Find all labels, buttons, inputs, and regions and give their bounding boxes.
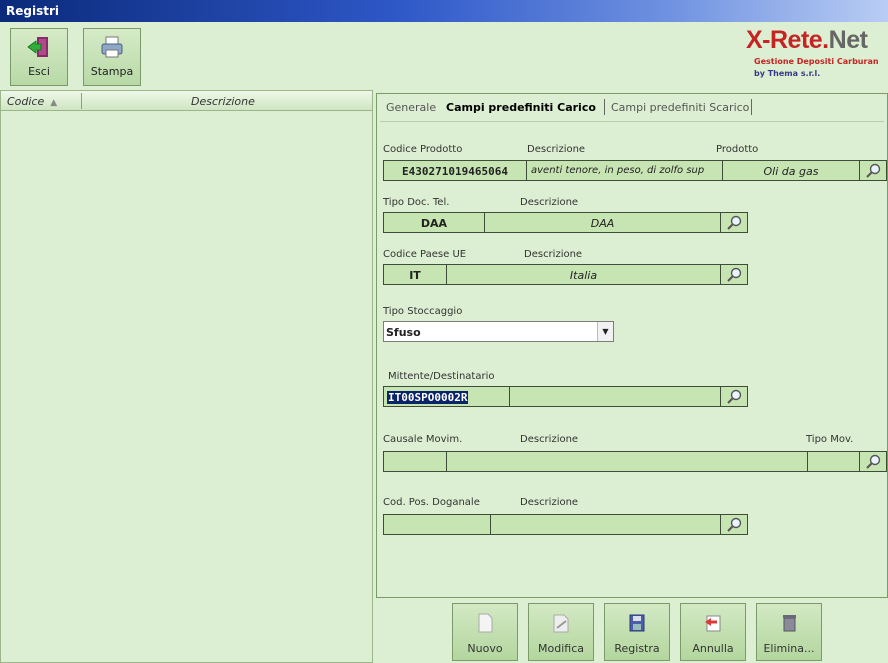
tab-campi-scarico[interactable]: Campi predefiniti Scarico [611,101,749,114]
magnifier-icon [727,215,742,230]
exit-button-label: Esci [28,65,50,78]
label-mittente: Mittente/Destinatario [388,371,495,382]
descrizione-paese-field[interactable]: Italia [446,264,721,285]
tab-underline [380,121,884,122]
pos-doganale-desc-field[interactable] [490,514,721,535]
codice-prodotto-field[interactable]: E430271019465064 [383,160,527,181]
tab-separator [751,99,752,115]
dropdown-arrow-icon[interactable]: ▼ [597,322,613,341]
delete-button[interactable]: Elimina... [756,603,822,661]
exit-button[interactable]: Esci [10,28,68,86]
undo-icon [705,615,721,632]
logo-byline: by Thema s.r.l. [754,69,821,78]
tipo-doc-lookup-button[interactable] [720,212,748,233]
magnifier-icon [866,454,881,469]
edit-document-icon [553,614,569,633]
list-header: Codice ▲ Descrizione [1,91,372,111]
label-codice-paese: Codice Paese UE [383,249,467,260]
save-disk-icon [629,614,645,632]
label-tipo-stoccaggio: Tipo Stoccaggio [383,306,463,317]
edit-button[interactable]: Modifica [528,603,594,661]
label-descrizione-paese: Descrizione [524,249,583,260]
toolbar: Esci Stampa X-Rete.Net Gestione Depositi… [0,22,888,90]
tipo-stoccaggio-value: Sfuso [386,326,421,339]
label-tipo-doc: Tipo Doc. Tel. [383,197,450,208]
mittente-lookup-button[interactable] [720,386,748,407]
column-header-code[interactable]: Codice ▲ [7,95,57,108]
descrizione-doc-field[interactable]: DAA [484,212,721,233]
causale-code-field[interactable] [383,451,447,472]
tab-separator [604,99,605,115]
magnifier-icon [727,267,742,282]
label-pos-doganale: Cod. Pos. Doganale [383,497,480,508]
label-tipo-mov: Tipo Mov. [806,434,854,445]
label-prodotto: Prodotto [716,144,759,155]
cancel-button-label: Annulla [692,642,734,655]
logo-title-net: Net [828,26,868,54]
label-causale: Causale Movim. [383,434,463,445]
magnifier-icon [866,163,881,178]
trash-can-icon [783,615,796,632]
sort-ascending-icon: ▲ [50,98,58,108]
tab-generale[interactable]: Generale [386,101,436,114]
logo-title-main: X-Rete. [746,26,829,54]
new-document-icon [478,613,493,633]
brand-logo: X-Rete.Net Gestione Depositi Carburan by… [738,26,888,84]
cancel-button[interactable]: Annulla [680,603,746,661]
mittente-desc-field[interactable] [509,386,721,407]
edit-button-label: Modifica [538,642,584,655]
tipo-doc-field[interactable]: DAA [383,212,485,233]
new-button-label: Nuovo [467,642,503,655]
codice-paese-field[interactable]: IT [383,264,447,285]
delete-button-label: Elimina... [763,642,815,655]
mittente-code-selected: IT00SPO0002R [387,391,469,404]
descrizione-prodotto-field[interactable]: aventi tenore, in peso, di zolfo sup [526,160,723,181]
label-descrizione-pos: Descrizione [520,497,579,508]
save-button-label: Registra [614,642,660,655]
print-button-label: Stampa [90,65,134,78]
prodotto-lookup-button[interactable] [859,160,887,181]
records-list[interactable]: Codice ▲ Descrizione [0,90,373,663]
window-title: Registri [0,0,888,22]
paese-lookup-button[interactable] [720,264,748,285]
prodotto-field[interactable]: Oli da gas [722,160,860,181]
tipo-stoccaggio-select[interactable]: Sfuso ▼ [383,321,614,342]
column-header-description[interactable]: Descrizione [191,95,255,108]
pos-doganale-lookup-button[interactable] [720,514,748,535]
label-descrizione-causale: Descrizione [520,434,579,445]
exit-door-icon [27,37,48,57]
label-codice-prodotto: Codice Prodotto [383,144,463,155]
new-button[interactable]: Nuovo [452,603,518,661]
printer-icon [101,36,123,58]
tipo-mov-field[interactable] [807,451,860,472]
logo-subtitle: Gestione Depositi Carburan [754,57,879,66]
mittente-code-field[interactable]: IT00SPO0002R [383,386,510,407]
print-button[interactable]: Stampa [83,28,141,86]
causale-lookup-button[interactable] [859,451,887,472]
causale-desc-field[interactable] [446,451,808,472]
tab-campi-carico[interactable]: Campi predefiniti Carico [446,101,596,114]
label-descrizione-prodotto: Descrizione [527,144,586,155]
label-descrizione-doc: Descrizione [520,197,579,208]
save-button[interactable]: Registra [604,603,670,661]
magnifier-icon [727,517,742,532]
magnifier-icon [727,389,742,404]
pos-doganale-code-field[interactable] [383,514,491,535]
column-divider[interactable] [81,93,82,109]
